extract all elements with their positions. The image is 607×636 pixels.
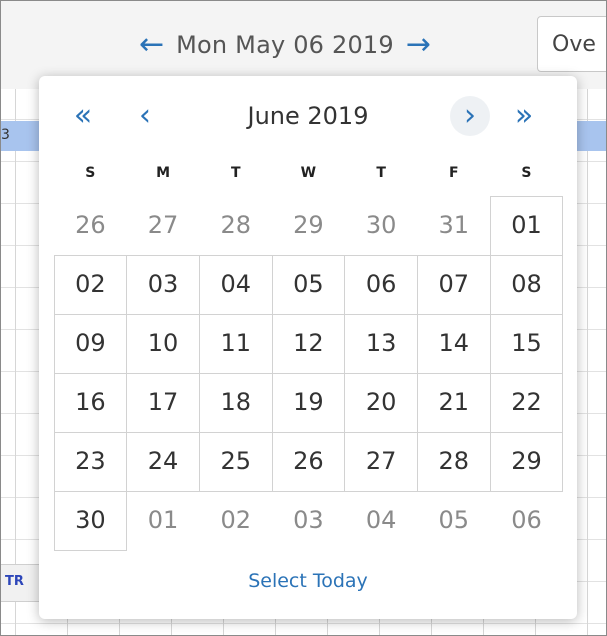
weekday-label: T: [376, 165, 386, 181]
weekday-label: T: [230, 165, 241, 181]
calendar-day[interactable]: 08: [489, 254, 564, 315]
calendar-day[interactable]: 27: [344, 431, 418, 492]
chevron-left-icon[interactable]: ‹: [125, 96, 165, 136]
calendar-day[interactable]: 02: [53, 254, 128, 315]
calendar-day[interactable]: 26: [271, 431, 346, 492]
calendar-day[interactable]: 20: [344, 372, 418, 433]
event-label: TR: [5, 574, 24, 589]
datepicker-header: « ‹ June 2019 › »: [39, 76, 577, 156]
weekday-header-row: SMTWTFS: [54, 161, 563, 185]
double-chevron-left-icon[interactable]: «: [63, 96, 103, 136]
calendar-day[interactable]: 09: [53, 313, 128, 374]
weekday-label: S: [85, 165, 96, 181]
calendar-day[interactable]: 04: [198, 254, 273, 315]
calendar-day[interactable]: 10: [126, 313, 200, 374]
calendar-day-other-month[interactable]: 30: [344, 196, 418, 256]
calendar-day[interactable]: 16: [53, 372, 128, 433]
calendar-day-other-month[interactable]: 05: [417, 491, 491, 551]
arrow-right-icon[interactable]: →: [406, 25, 431, 65]
calendar-day-other-month[interactable]: 29: [272, 196, 346, 256]
calendar-day-other-month[interactable]: 28: [199, 196, 273, 256]
calendar-day-grid: 26 27 28 29 30 31 01 02 03 04 05 06 07 08 09 10 11 12 13 14…: [53, 195, 564, 551]
calendar-day[interactable]: 06: [344, 254, 418, 315]
calendar-day[interactable]: 12: [271, 313, 346, 374]
calendar-day[interactable]: 17: [126, 372, 200, 433]
calendar-day-other-month[interactable]: 31: [417, 196, 491, 256]
calendar-day[interactable]: 25: [198, 431, 273, 492]
calendar-day[interactable]: 18: [198, 372, 273, 433]
double-chevron-right-icon[interactable]: »: [504, 96, 544, 136]
calendar-day[interactable]: 24: [126, 431, 200, 492]
calendar-day-other-month[interactable]: 06: [490, 491, 564, 551]
calendar-day[interactable]: 21: [416, 372, 491, 433]
select-today-link[interactable]: Select Today: [39, 564, 577, 598]
calendar-day[interactable]: 03: [126, 254, 200, 315]
calendar-day[interactable]: 05: [271, 254, 346, 315]
weekday-label: M: [156, 165, 170, 181]
datepicker-popup: « ‹ June 2019 › » SMTWTFS 26 27 28 29 30 31 01…: [39, 76, 577, 619]
calendar-day[interactable]: 14: [416, 313, 491, 374]
calendar-day[interactable]: 11: [198, 313, 273, 374]
calendar-day-other-month[interactable]: 03: [272, 491, 346, 551]
grid-header-label: 3: [1, 127, 10, 143]
calendar-day[interactable]: 07: [416, 254, 491, 315]
calendar-day[interactable]: 01: [489, 195, 564, 256]
calendar-day[interactable]: 13: [344, 313, 418, 374]
calendar-day[interactable]: 23: [53, 431, 128, 492]
scheduler-frame: ← Mon May 06 2019 → Ove 3 TR « ‹ June 20…: [0, 0, 607, 636]
weekday-label: W: [300, 165, 317, 181]
weekday-label: F: [448, 165, 459, 181]
calendar-day[interactable]: 28: [416, 431, 491, 492]
calendar-day-other-month[interactable]: 02: [199, 491, 273, 551]
calendar-day-other-month[interactable]: 04: [344, 491, 418, 551]
calendar-day[interactable]: 15: [489, 313, 564, 374]
date-navigation: ← Mon May 06 2019 →: [139, 25, 431, 65]
view-select-button[interactable]: Ove: [537, 16, 606, 72]
month-year-title[interactable]: June 2019: [199, 96, 417, 136]
current-date-button[interactable]: Mon May 06 2019: [176, 25, 394, 65]
calendar-day[interactable]: 19: [271, 372, 346, 433]
calendar-day[interactable]: 30: [53, 490, 128, 551]
calendar-day-other-month[interactable]: 26: [54, 196, 128, 256]
calendar-day-other-month[interactable]: 01: [126, 491, 200, 551]
calendar-day[interactable]: 22: [489, 372, 564, 433]
calendar-day-other-month[interactable]: 27: [126, 196, 200, 256]
weekday-label: S: [521, 165, 532, 181]
calendar-day[interactable]: 29: [489, 431, 564, 492]
arrow-left-icon[interactable]: ←: [139, 25, 164, 65]
chevron-right-icon[interactable]: ›: [450, 96, 490, 136]
